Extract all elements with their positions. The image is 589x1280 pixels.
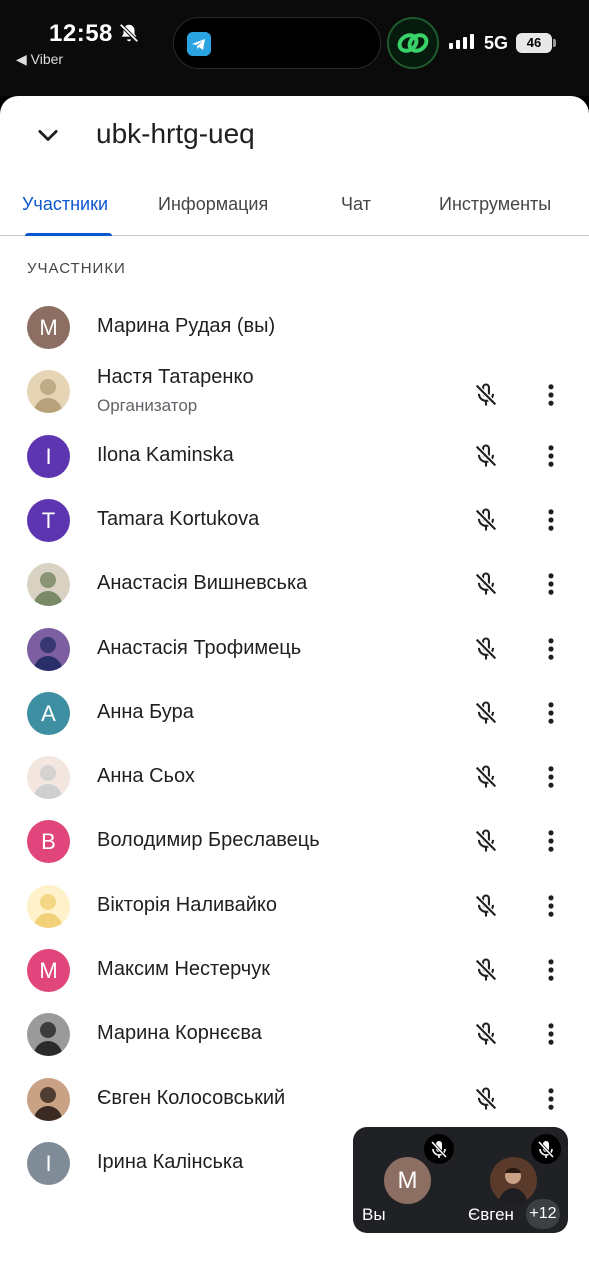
- avatar-photo: [27, 1077, 70, 1121]
- avatar-initial: М: [27, 306, 70, 349]
- participant-row[interactable]: Анастасія Вишневська: [0, 554, 589, 614]
- participant-name: Євген Колосовський: [97, 1086, 286, 1109]
- pip-more-count: +12: [526, 1199, 560, 1229]
- avatar-initial: T: [27, 498, 70, 542]
- status-bar: 12:58 ◀ Viber 5G 46: [0, 0, 589, 96]
- more-options-icon[interactable]: [537, 763, 565, 791]
- more-options-icon[interactable]: [537, 892, 565, 920]
- chevron-down-icon[interactable]: [34, 122, 62, 150]
- participants-sheet: ubk-hrtg-ueq Участники Информация Чат Ин…: [0, 96, 589, 1280]
- participant-row[interactable]: Анастасія Трофимець: [0, 619, 589, 679]
- avatar-initial: M: [27, 949, 70, 992]
- more-options-icon[interactable]: [537, 1085, 565, 1113]
- avatar-photo: [27, 756, 70, 800]
- more-options-icon[interactable]: [537, 1020, 565, 1048]
- participant-row[interactable]: Марина Корнєєва: [0, 1004, 589, 1064]
- avatar-photo: [27, 627, 70, 671]
- participant-row[interactable]: М Марина Рудая (вы): [0, 297, 589, 357]
- participant-row[interactable]: Настя Татаренко Организатор: [0, 361, 589, 421]
- more-options-icon[interactable]: [537, 442, 565, 470]
- mic-off-icon[interactable]: [472, 892, 500, 920]
- pip-other-avatar: [490, 1157, 537, 1204]
- avatar-initial: B: [27, 820, 70, 864]
- participant-name: Tamara Kortukova: [97, 507, 260, 530]
- participant-name: Вікторія Наливайко: [97, 893, 277, 916]
- mic-off-icon[interactable]: [472, 1020, 500, 1048]
- pip-other-mic-off-icon: [531, 1134, 561, 1164]
- avatar-initial: I: [27, 434, 70, 478]
- mic-off-icon[interactable]: [472, 442, 500, 470]
- participant-name: Марина Корнєєва: [97, 1022, 262, 1045]
- dynamic-island[interactable]: [173, 17, 381, 69]
- participant-name: Максим Нестерчук: [97, 958, 270, 980]
- mic-off-icon[interactable]: [472, 506, 500, 534]
- section-label: УЧАСТНИКИ: [27, 260, 126, 277]
- participant-name: Анна Бура: [97, 700, 194, 723]
- participant-name: Анастасія Трофимець: [97, 636, 302, 659]
- active-tab-indicator: [25, 233, 112, 236]
- tab-bar: Участники Информация Чат Инструменты: [0, 184, 589, 236]
- telegram-icon: [187, 32, 211, 56]
- meeting-code: ubk-hrtg-ueq: [96, 118, 255, 149]
- participant-name: Настя Татаренко: [97, 366, 254, 389]
- participant-row[interactable]: Анна Сьох: [0, 747, 589, 807]
- mic-off-icon[interactable]: [472, 570, 500, 598]
- link-icon: [397, 33, 429, 53]
- pip-other-label: Євген: [468, 1205, 514, 1224]
- participant-name: Анастасія Вишневська: [97, 572, 308, 595]
- mic-off-icon[interactable]: [472, 381, 500, 409]
- avatar-initial: I: [27, 1141, 70, 1185]
- mic-off-icon[interactable]: [472, 635, 500, 663]
- tab-chat[interactable]: Чат: [341, 194, 371, 215]
- participant-row[interactable]: M Максим Нестерчук: [0, 940, 589, 1000]
- more-options-icon[interactable]: [537, 570, 565, 598]
- pip-self-mic-off-icon: [424, 1134, 454, 1164]
- network-type: 5G: [484, 33, 509, 53]
- mic-off-icon[interactable]: [472, 699, 500, 727]
- cellular-signal-icon: [449, 34, 474, 49]
- mic-off-icon[interactable]: [472, 956, 500, 984]
- participant-name: Марина Рудая (вы): [97, 315, 276, 337]
- avatar-photo: [27, 563, 70, 607]
- mic-off-icon[interactable]: [472, 763, 500, 791]
- more-options-icon[interactable]: [537, 827, 565, 855]
- pip-self-avatar: М: [384, 1157, 431, 1204]
- participant-name: Ilona Kaminska: [97, 443, 234, 466]
- bell-muted-icon: [119, 23, 139, 43]
- more-options-icon[interactable]: [537, 956, 565, 984]
- participant-row[interactable]: Вікторія Наливайко: [0, 876, 589, 936]
- participant-name: Володимир Бреславець: [97, 829, 320, 852]
- battery-nub: [553, 39, 556, 47]
- more-options-icon[interactable]: [537, 381, 565, 409]
- status-time: 12:58: [49, 20, 113, 47]
- battery-icon: 46: [516, 33, 552, 53]
- participant-name: Анна Сьох: [97, 765, 195, 788]
- tab-participants[interactable]: Участники: [22, 194, 108, 215]
- participant-row[interactable]: I Ilona Kaminska: [0, 426, 589, 486]
- more-options-icon[interactable]: [537, 699, 565, 727]
- avatar-initial: A: [27, 691, 70, 735]
- tab-tools[interactable]: Инструменты: [439, 194, 551, 215]
- avatar-photo: [27, 370, 70, 414]
- more-options-icon[interactable]: [537, 506, 565, 534]
- participant-role: Организатор: [97, 396, 198, 416]
- participant-row[interactable]: T Tamara Kortukova: [0, 490, 589, 550]
- participant-row[interactable]: Євген Колосовський: [0, 1069, 589, 1129]
- participant-row[interactable]: B Володимир Бреславець: [0, 811, 589, 871]
- avatar-photo: [27, 884, 70, 928]
- tab-info[interactable]: Информация: [158, 194, 268, 215]
- pip-self-label: Вы: [362, 1205, 386, 1224]
- app-activity-indicator[interactable]: [387, 17, 439, 69]
- mic-off-icon[interactable]: [472, 1085, 500, 1113]
- more-options-icon[interactable]: [537, 635, 565, 663]
- participant-row[interactable]: A Анна Бура: [0, 683, 589, 743]
- avatar-photo: [27, 1013, 70, 1057]
- mic-off-icon[interactable]: [472, 827, 500, 855]
- participant-name: Ірина Калінська: [97, 1150, 244, 1173]
- back-to-app-link[interactable]: ◀ Viber: [16, 51, 63, 68]
